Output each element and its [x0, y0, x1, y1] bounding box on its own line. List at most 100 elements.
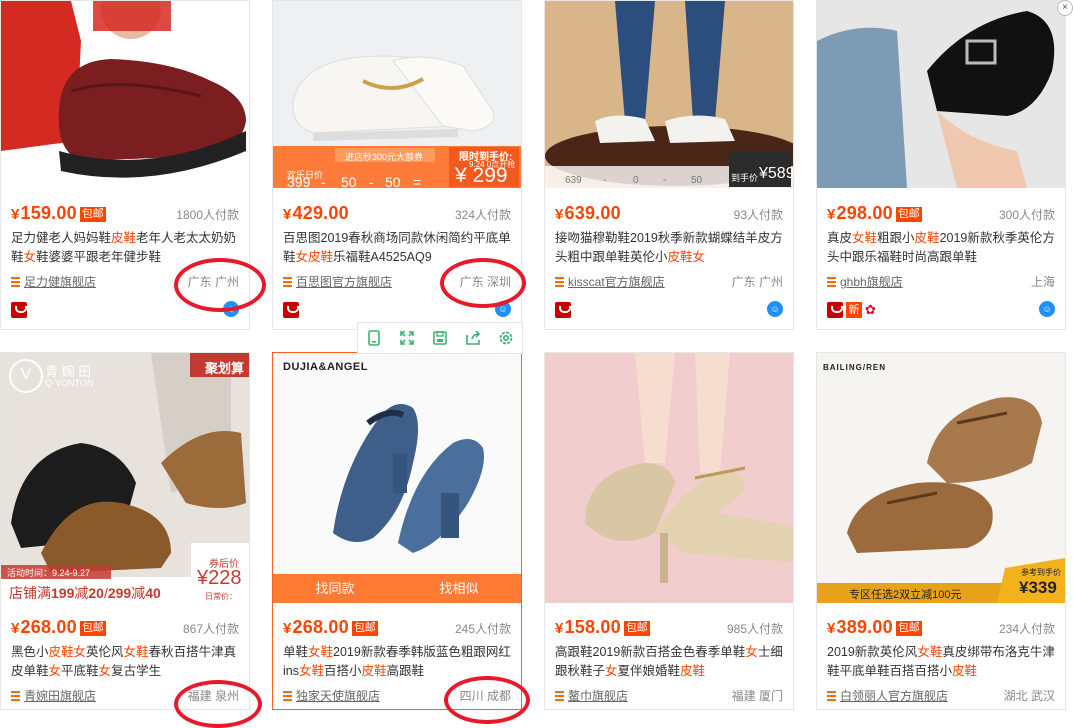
reference-price-label: 参考到手价 [1021, 568, 1061, 577]
product-card[interactable]: ¥158.00 包邮 985人付款 高跟鞋2019新款百搭金色春季单鞋女士细跟秋鞋… [544, 352, 794, 710]
shop-link[interactable]: 白领丽人官方旗舰店 [840, 689, 948, 703]
shop-row: 独家天使旗舰店 四川 成都 [283, 687, 511, 703]
tmall-icon[interactable] [11, 301, 27, 318]
price-row: ¥639.00 93人付款 [555, 203, 783, 223]
shop-icon [283, 691, 292, 701]
free-shipping-badge: 包邮 [895, 207, 922, 222]
expand-icon[interactable] [398, 329, 416, 347]
promo-band-text: 专区任选2双立减100元 [849, 589, 962, 601]
share-icon[interactable] [464, 329, 482, 347]
price-row: ¥159.00 包邮 1800人付款 [11, 203, 239, 223]
wangwang-chat-icon[interactable]: ☺ [1039, 301, 1055, 317]
save-icon[interactable] [431, 329, 449, 347]
promo-label: 到手价 [731, 173, 759, 183]
badge-row: ☺ [283, 301, 511, 319]
promo-step-sign: - [663, 175, 667, 186]
promo-step-value: 50 [341, 174, 357, 188]
product-title[interactable]: 高跟鞋2019新款百搭金色春季单鞋女士细跟秋鞋子女夏伴娘婚鞋皮鞋 [555, 643, 783, 681]
product-card[interactable]: DUJIA&ANGEL 找同款 找相似 ¥268.00 包邮 245人付款 单鞋女… [272, 352, 522, 710]
price: ¥389.00 [827, 617, 893, 637]
settings-icon[interactable] [497, 329, 515, 347]
price-row: ¥268.00 包邮 245人付款 [283, 617, 511, 637]
new-badge: 新 [846, 301, 862, 318]
promo-step-sign: - [369, 174, 374, 188]
tmall-icon[interactable] [283, 301, 299, 318]
close-icon[interactable]: × [1057, 0, 1073, 16]
badge-row: ☺ [555, 301, 783, 319]
price: ¥268.00 [283, 617, 349, 637]
product-image[interactable] [817, 1, 1065, 188]
shoe-photo [1, 1, 249, 188]
product-card[interactable]: 进店秒300元大额券 限时到手价: 9.24 0点开抢 ¥ 299 欢乐日价 3… [272, 0, 522, 330]
shop-icon [555, 691, 564, 701]
brand-name: BAILING/REN [823, 363, 886, 372]
product-title[interactable]: 足力健老人妈妈鞋皮鞋老年人老太太奶奶鞋女鞋婆婆平跟老年健步鞋 [11, 229, 239, 267]
phone-icon[interactable] [365, 329, 383, 347]
shoe-photo [545, 353, 793, 603]
shop-link[interactable]: 青婉田旗舰店 [24, 689, 96, 703]
product-image[interactable] [1, 1, 249, 188]
product-image[interactable] [545, 353, 793, 603]
product-image[interactable]: DUJIA&ANGEL [273, 353, 521, 574]
product-card[interactable]: ¥298.00 包邮 300人付款 真皮女鞋粗跟小皮鞋2019新款秋季英伦方头中跟… [816, 0, 1066, 330]
juhuasuan-tag: 聚划算 [205, 361, 245, 376]
free-shipping-badge: 包邮 [79, 207, 106, 222]
product-card[interactable]: ¥159.00 包邮 1800人付款 足力健老人妈妈鞋皮鞋老年人老太太奶奶鞋女鞋婆… [0, 0, 250, 330]
shop-link[interactable]: 独家天使旗舰店 [296, 689, 380, 703]
sales-count: 234人付款 [998, 622, 1055, 636]
price: ¥429.00 [283, 203, 349, 223]
promo-step-sign: - [321, 174, 326, 188]
price: ¥159.00 [11, 203, 77, 223]
brand-name: DUJIA&ANGEL [283, 361, 368, 373]
product-title[interactable]: 黑色小皮鞋女英伦风女鞋春秋百搭牛津真皮单鞋女平底鞋女复古学生 [11, 643, 239, 681]
product-image[interactable]: 639 - 0 - 50 到手价 ¥589 [545, 1, 793, 188]
price-row: ¥268.00 包邮 867人付款 [11, 617, 239, 637]
shop-link[interactable]: 百思图官方旗舰店 [296, 275, 392, 289]
product-image[interactable]: 进店秒300元大额券 限时到手价: 9.24 0点开抢 ¥ 299 欢乐日价 3… [273, 1, 521, 188]
product-image[interactable]: BAILING/REN 专区任选2双立减100元 参考到手价 ¥339 [817, 353, 1065, 603]
shop-icon [555, 277, 564, 287]
tmall-icon[interactable] [555, 301, 571, 318]
shop-link[interactable]: 鳌巾旗舰店 [568, 689, 628, 703]
find-same-button[interactable]: 找同款 [273, 574, 397, 603]
shoe-photo [273, 353, 521, 574]
shop-row: 白领丽人官方旗舰店 湖北 武汉 [827, 687, 1055, 703]
promo-step-value: 0 [633, 175, 639, 186]
location: 福建 泉州 [187, 689, 239, 703]
wangwang-chat-icon[interactable]: ☺ [767, 301, 783, 317]
reference-price: ¥339 [1019, 578, 1057, 597]
shop-row: 青婉田旗舰店 福建 泉州 [11, 687, 239, 703]
product-title[interactable]: 百思图2019春秋商场同款休闲简约平底单鞋女皮鞋乐福鞋A4525AQ9 [283, 229, 511, 267]
store-deal: 店铺满199减20/299减40 [9, 585, 161, 601]
product-title[interactable]: 单鞋女鞋2019新款春季韩版蓝色粗跟网红ins女鞋百搭小皮鞋高跟鞋 [283, 643, 511, 681]
product-title[interactable]: 接吻猫穆勒鞋2019秋季新款蝴蝶结羊皮方头粗中跟单鞋英伦小皮鞋女 [555, 229, 783, 267]
find-similar-button[interactable]: 找相似 [397, 574, 521, 603]
product-image[interactable]: V 青 婉 田 Q·VONTON 聚划算 活动时间：9.24-9.27 店铺满1… [1, 353, 249, 603]
activity-time: 活动时间：9.24-9.27 [7, 568, 91, 578]
price-row: ¥429.00 324人付款 [283, 203, 511, 223]
sales-count: 93人付款 [733, 208, 783, 222]
brand-logo-icon: V [9, 359, 43, 393]
shop-link[interactable]: 足力健旗舰店 [24, 275, 96, 289]
tmall-icon[interactable] [827, 301, 843, 318]
wangwang-chat-icon[interactable]: ☺ [223, 301, 239, 317]
location: 福建 厦门 [731, 689, 783, 703]
promo-step-value: 50 [385, 174, 401, 188]
sales-count: 867人付款 [182, 622, 239, 636]
brand-name-en: Q·VONTON [45, 378, 94, 388]
product-card[interactable]: BAILING/REN 专区任选2双立减100元 参考到手价 ¥339 ¥389… [816, 352, 1066, 710]
product-card[interactable]: 639 - 0 - 50 到手价 ¥589 ¥639.00 93人付款 接吻猫穆… [544, 0, 794, 330]
promo-price: ¥589 [759, 165, 793, 182]
wangwang-chat-icon[interactable]: ☺ [495, 301, 511, 317]
price: ¥639.00 [555, 203, 621, 223]
shoe-photo [545, 1, 793, 188]
shoe-photo [817, 1, 1065, 188]
product-title[interactable]: 2019新款英伦风女鞋真皮绑带布洛克牛津鞋平底单鞋百搭百搭小皮鞋 [827, 643, 1055, 681]
shop-link[interactable]: kisscat官方旗舰店 [568, 275, 665, 289]
product-title[interactable]: 真皮女鞋粗跟小皮鞋2019新款秋季英伦方头中跟乐福鞋时尚高跟单鞋 [827, 229, 1055, 267]
promo-step-value: 639 [565, 175, 582, 186]
price: ¥298.00 [827, 203, 893, 223]
product-card[interactable]: V 青 婉 田 Q·VONTON 聚划算 活动时间：9.24-9.27 店铺满1… [0, 352, 250, 710]
shop-link[interactable]: ghbh旗舰店 [840, 275, 903, 289]
promo-price: ¥ 299 [455, 164, 508, 187]
